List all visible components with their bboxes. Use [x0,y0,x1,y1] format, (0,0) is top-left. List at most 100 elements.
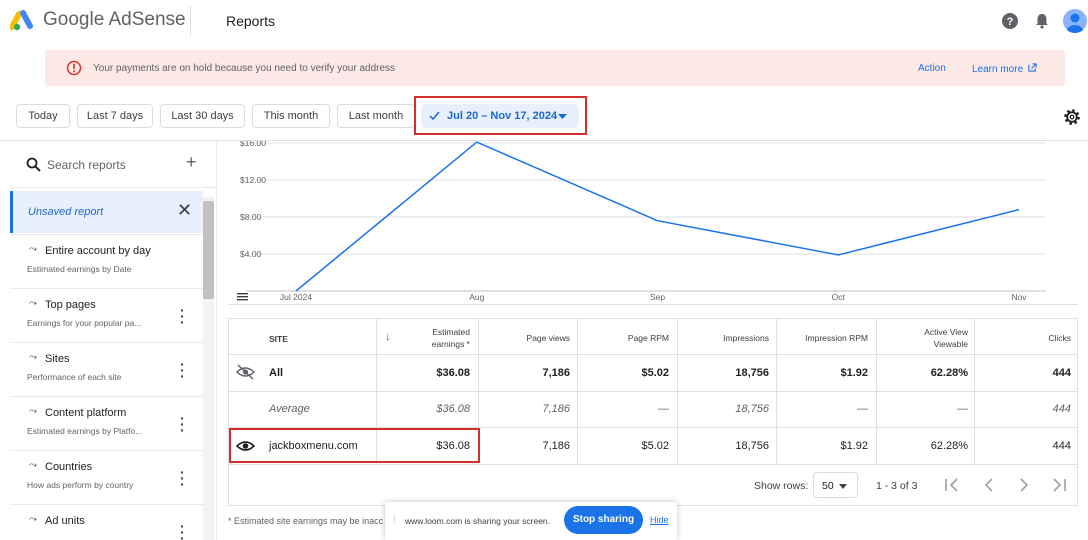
date-filter-today[interactable]: Today [16,104,70,128]
earnings-cell: $36.08 [436,403,470,415]
last-page-icon[interactable] [1052,478,1066,492]
impressions-cell: 18,756 [735,367,769,379]
brand-name: Google AdSense [43,9,186,30]
sidebar-border [216,141,217,540]
sidebar-scrollbar-thumb[interactable] [203,201,214,299]
add-report-icon[interactable]: + [186,152,197,173]
date-filter-last-30-days[interactable]: Last 30 days [160,104,245,128]
x-tick-label: Jul 2024 [280,292,312,302]
drag-handle-icon[interactable]: ⁞ [393,514,396,525]
sidebar-item-title: Content platform [45,407,127,419]
learn-more-link[interactable]: Learn more [972,63,1037,75]
more-options-icon[interactable]: · · · [180,357,185,383]
table-row-average [228,391,1078,427]
visibility-off-icon[interactable] [236,364,255,380]
more-options-icon[interactable]: · · · [180,411,185,437]
svg-text:?: ? [1007,16,1014,28]
date-filter-last-7-days[interactable]: Last 7 days [77,104,153,128]
earnings-cell: $36.08 [436,367,470,379]
unsaved-report-label: Unsaved report [28,206,104,218]
settings-gear-icon[interactable] [1062,107,1082,127]
help-icon[interactable]: ? [1000,11,1020,31]
date-filter-this-month[interactable]: This month [252,104,330,128]
footer-note: * Estimated site earnings may be inacc [228,516,384,526]
chart-menu-icon [237,299,248,301]
top-bar: Google AdSense Reports ? [0,0,1088,44]
column-header-page-views[interactable]: Page views [527,332,570,344]
screen-share-message: www.loom.com is sharing your screen. [405,516,551,526]
trend-icon: ⤳ [29,514,37,525]
date-range-selector[interactable]: Jul 20 – Nov 17, 2024 [421,104,579,128]
x-tick-label: Sep [650,292,665,302]
show-rows-label: Show rows: [754,480,809,492]
sidebar-item-title: Top pages [45,299,96,311]
previous-page-icon[interactable] [982,478,996,492]
row-divider [228,464,1078,465]
y-tick-label: $16.00 [240,141,266,148]
sidebar-item-top-pages[interactable]: ⤳ Top pages Earnings for your popular pa… [10,288,203,341]
more-options-icon[interactable]: · · · [180,303,185,329]
trend-icon: ⤳ [29,460,37,471]
column-header-page-rpm[interactable]: Page RPM [628,332,669,344]
more-options-icon[interactable]: · · · [180,519,185,540]
trend-icon: ⤳ [29,298,37,309]
column-header-clicks[interactable]: Clicks [1048,332,1071,344]
sidebar-item-unsaved-report[interactable]: Unsaved report ✕ [10,191,203,233]
chart-menu-icon [237,296,248,298]
notifications-bell-icon[interactable] [1032,11,1052,31]
hide-share-bar-link[interactable]: Hide [650,515,669,525]
rows-per-page-select[interactable]: 50 [813,472,858,498]
sidebar-divider [10,187,216,188]
impression-rpm-cell: — [857,403,868,415]
impressions-cell: 18,756 [735,440,769,452]
sidebar-item-entire-account-by-day[interactable]: ⤳ Entire account by day Estimated earnin… [10,234,203,287]
screen-share-bar: ⁞ www.loom.com is sharing your screen. S… [385,502,677,540]
visibility-icon[interactable] [236,438,255,454]
sidebar-item-sites[interactable]: ⤳ Sites Performance of each site · · · [10,342,203,395]
column-header-active-view-viewable[interactable]: Active View Viewable [908,326,968,350]
selected-date-range: Jul 20 – Nov 17, 2024 [447,110,558,122]
column-header-earnings[interactable]: Estimated earnings * [414,326,470,350]
column-header-impression-rpm[interactable]: Impression RPM [805,332,868,344]
earnings-line-chart: $4.00 $8.00 $12.00 $16.00 Jul 2024 Aug Sep Oct N… [237,141,1046,302]
sidebar-item-subtitle: Estimated earnings by Date [27,264,132,274]
site-cell: All [269,367,284,379]
sidebar-item-title: Entire account by day [45,245,151,257]
alert-action-link[interactable]: Action [918,63,946,74]
y-tick-label: $4.00 [240,249,262,259]
sidebar-item-subtitle: How ads perform by country [27,480,134,490]
next-page-icon[interactable] [1017,478,1031,492]
payment-hold-alert: Your payments are on hold because you ne… [45,50,1065,86]
header-divider [190,6,191,36]
page-views-cell: 7,186 [542,403,570,415]
trend-icon: ⤳ [29,352,37,363]
sidebar-item-ad-units[interactable]: ⤳ Ad units · · · [10,504,203,540]
y-tick-label: $12.00 [240,175,266,185]
stop-sharing-button[interactable]: Stop sharing [564,506,643,534]
clicks-cell: 444 [1052,403,1071,415]
learn-more-label: Learn more [972,64,1024,75]
sidebar-item-title: Countries [45,461,93,473]
error-alert-icon [66,60,82,76]
y-tick-label: $8.00 [240,212,262,222]
search-reports-input[interactable]: Search reports [47,158,126,172]
trend-icon: ⤳ [29,406,37,417]
page-rpm-cell: $5.02 [641,367,669,379]
impression-rpm-cell: $1.92 [840,440,868,452]
more-options-icon[interactable]: · · · [180,465,185,491]
site-cell: Average [269,403,310,415]
column-header-impressions[interactable]: Impressions [723,332,769,344]
date-filter-last-month[interactable]: Last month [337,104,415,128]
first-page-icon[interactable] [945,478,959,492]
sidebar-item-content-platform[interactable]: ⤳ Content platform Estimated earnings by… [10,396,203,449]
impressions-cell: 18,756 [735,403,769,415]
sidebar-item-countries[interactable]: ⤳ Countries How ads perform by country ·… [10,450,203,503]
page-rpm-cell: $5.02 [641,440,669,452]
site-cell[interactable]: jackboxmenu.com [269,440,358,452]
close-icon[interactable]: ✕ [177,200,192,221]
sort-descending-icon[interactable]: ↓ [385,331,391,343]
clicks-cell: 444 [1052,440,1071,452]
avatar[interactable] [1063,9,1087,33]
sidebar-item-title: Sites [45,353,70,365]
column-header-site[interactable]: SITE [269,333,288,345]
